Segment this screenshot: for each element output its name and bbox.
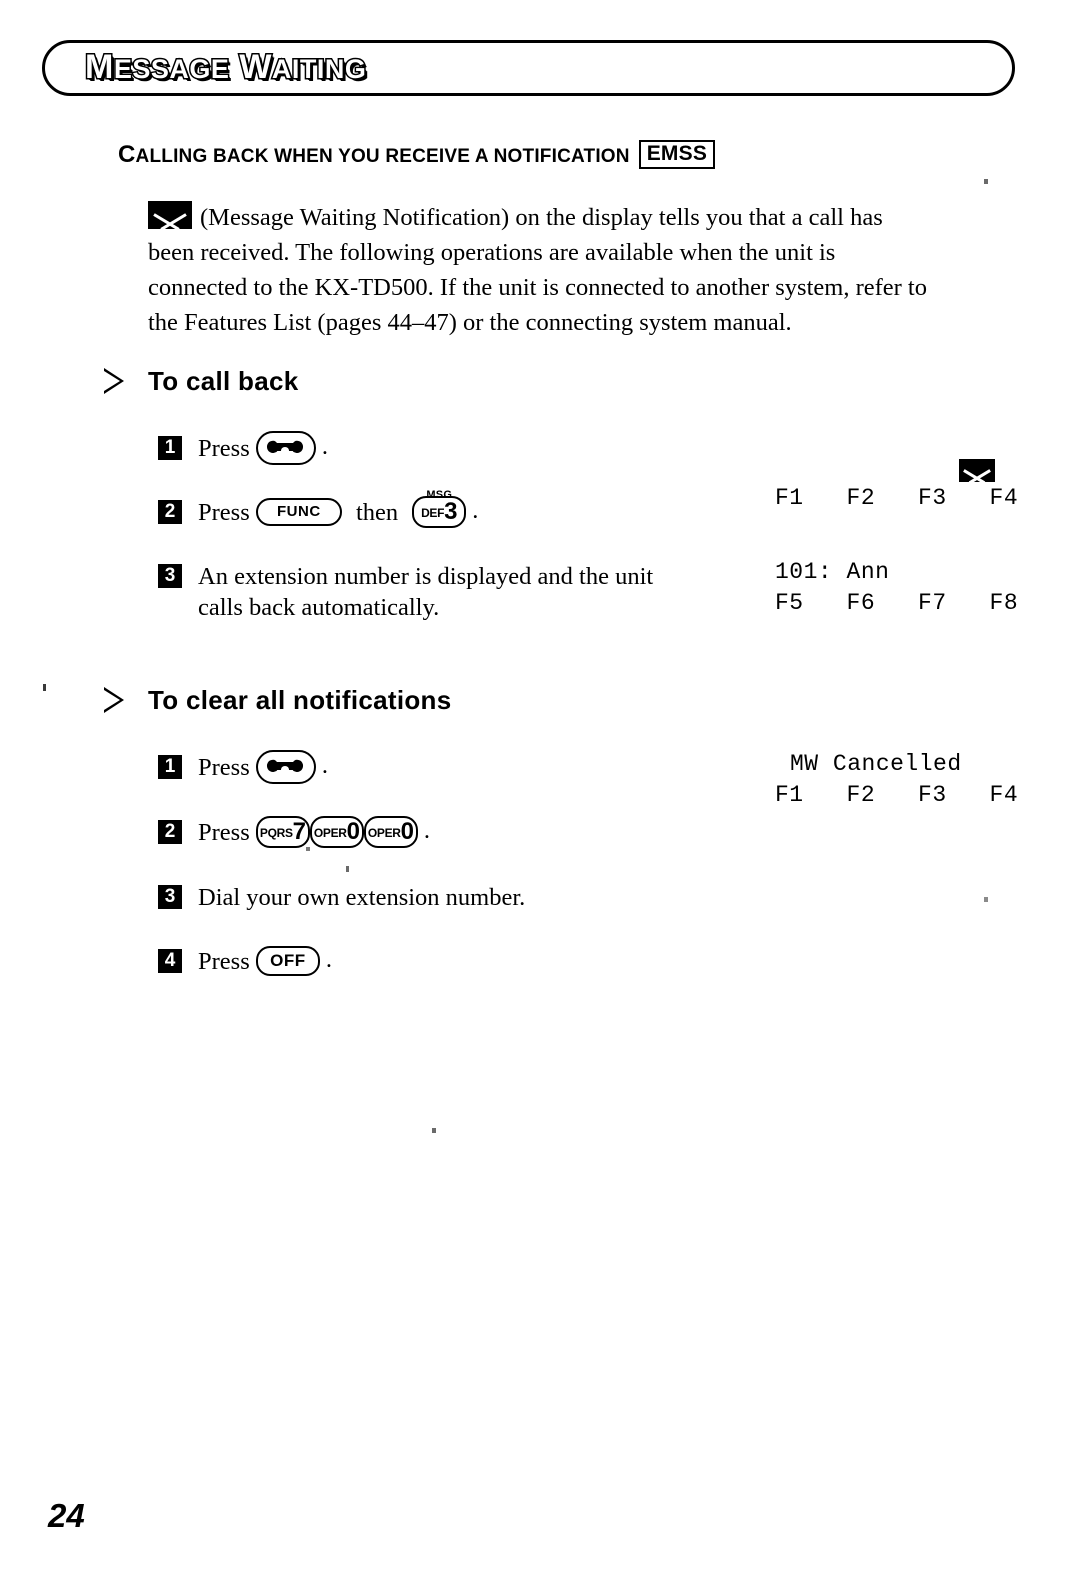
scan-speck	[984, 179, 988, 184]
dial-key-letters: OPER	[313, 826, 347, 841]
step-clear-all-1: 1 Press .	[158, 749, 328, 785]
lcd-fkeys-bottom: F5 F6 F7 F8	[775, 590, 1019, 616]
intro-line-1: (Message Waiting Notification) on the di…	[148, 200, 1014, 235]
feature-tag-emss: EMSS	[638, 140, 716, 169]
func-key[interactable]: FUNC	[255, 498, 342, 527]
lcd-fkeys-clear: F1 F2 F3 F4	[775, 782, 1019, 808]
step-instruction-text: Dial your own extension number.	[198, 883, 526, 911]
step-number-badge: 4	[158, 949, 182, 973]
step-instruction-text: Press	[198, 947, 250, 975]
scan-speck	[432, 1128, 436, 1133]
step-call-back-1: 1 Press .	[158, 430, 328, 466]
step-call-back-2: 2 Press FUNC then MSG DEF3.	[158, 489, 479, 529]
step-instruction-text: Press	[198, 753, 250, 781]
step-clear-all-3: 3 Dial your own extension number.	[158, 879, 525, 914]
dial-key-letters: OPER	[367, 826, 401, 841]
dial-key-digit: 0	[346, 818, 361, 846]
lcd-envelope-row	[930, 428, 1003, 488]
handset-icon	[265, 759, 305, 774]
step-clear-all-4: 4 Press OFF.	[158, 943, 332, 978]
envelope-icon	[958, 459, 995, 482]
subheading-to-call-back: To call back	[148, 366, 299, 396]
section-heading-initial: C	[118, 141, 136, 168]
dial-key-3-msg[interactable]: MSG DEF3	[412, 489, 467, 529]
handset-key[interactable]	[255, 431, 316, 466]
intro-line-1-text: (Message Waiting Notification) on the di…	[200, 204, 883, 231]
step-period: .	[325, 946, 332, 973]
step-number-badge: 2	[158, 500, 182, 524]
banner-title-w: W	[238, 47, 273, 88]
step-period: .	[423, 817, 430, 844]
step-period: .	[472, 497, 479, 524]
step-instruction-text: Press	[198, 498, 250, 526]
dial-key-7[interactable]: PQRS7	[255, 816, 310, 849]
step-call-back-3: 3 An extension number is displayed and th…	[158, 558, 653, 593]
step-number-badge: 3	[158, 885, 182, 909]
intro-line-2: been received. The following operations …	[148, 239, 836, 266]
handset-icon	[265, 440, 305, 455]
banner-title-essage: ESSAGE	[112, 53, 230, 86]
section-heading: CALLING BACK WHEN YOU RECEIVE A NOTIFICA…	[118, 140, 716, 170]
scan-speck	[984, 897, 988, 902]
dial-key-letters: PQRS	[259, 826, 293, 841]
intro-line-3: connected to the KX-TD500. If the unit i…	[148, 274, 927, 301]
step-instruction-text: Press	[198, 818, 250, 846]
step-number-badge: 3	[158, 564, 182, 588]
envelope-icon	[148, 201, 192, 229]
banner-title-m: M	[84, 47, 115, 88]
scan-speck	[346, 866, 349, 872]
off-key[interactable]: OFF	[255, 946, 320, 977]
dial-key-digit: 7	[292, 818, 307, 846]
page-banner-title: MESSAGE WAITING	[84, 44, 368, 92]
step-period: .	[321, 433, 328, 460]
msg-key-label: MSG	[426, 489, 453, 502]
step-instruction-text: Press	[198, 434, 250, 462]
handset-key[interactable]	[255, 750, 316, 785]
step-period: .	[321, 752, 328, 779]
lcd-fkeys-top: F1 F2 F3 F4	[775, 485, 1019, 511]
lcd-extension-line: 101: Ann	[775, 559, 890, 585]
step-joiner-then: then	[355, 498, 399, 526]
step-call-back-3-continued: calls back automatically.	[198, 594, 440, 621]
banner-title-aiting: AITING	[270, 53, 367, 86]
step-instruction-text: An extension number is displayed and the…	[198, 562, 654, 590]
dial-key-0-second[interactable]: OPER0	[363, 816, 418, 849]
scan-speck	[43, 684, 46, 691]
dial-key-0-first[interactable]: OPER0	[309, 816, 364, 849]
subheading-to-clear-all-notifications: To clear all notifications	[148, 685, 452, 715]
section-heading-text: ALLING BACK WHEN YOU RECEIVE A NOTIFICAT…	[135, 146, 630, 167]
step-number-badge: 2	[158, 820, 182, 844]
scan-speck	[306, 847, 310, 851]
intro-paragraph: (Message Waiting Notification) on the di…	[148, 200, 1014, 340]
step-clear-all-2: 2 Press PQRS7 OPER0 OPER0.	[158, 814, 430, 849]
dial-key-digit: 0	[400, 818, 415, 846]
page-number: 24	[48, 1497, 85, 1534]
step-number-badge: 1	[158, 436, 182, 460]
intro-line-4: the Features List (pages 44–47) or the c…	[148, 309, 792, 336]
lcd-status-line: MW Cancelled	[790, 751, 962, 777]
step-number-badge: 1	[158, 755, 182, 779]
